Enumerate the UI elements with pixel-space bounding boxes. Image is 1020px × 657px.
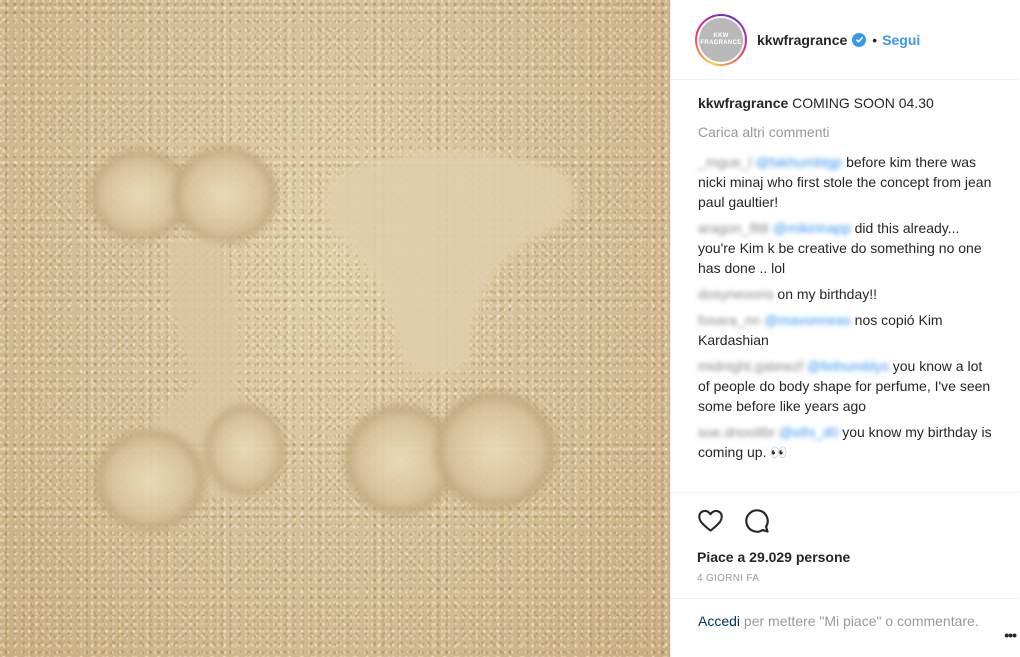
comment-item: aragon_f88 @mikirinapp did this already.…	[698, 218, 995, 278]
post-photo[interactable]	[0, 0, 670, 657]
comments-section: kkwfragrance COMING SOON 04.30 Carica al…	[671, 80, 1019, 492]
comment-mention[interactable]: @mikirinapp	[773, 220, 851, 236]
comment-username[interactable]: aragon_f88	[698, 220, 769, 236]
comment-username[interactable]: midnight.gatewzf	[698, 358, 803, 374]
post-header: KKW FRAGRANCE kkwfragrance • Segui	[671, 0, 1018, 80]
post-timestamp: 4 giorni fa	[697, 573, 760, 584]
comment-item: soe.dnooltbr @elhi_d0 you know my birthd…	[698, 422, 995, 462]
comment-mention[interactable]: @fakhumblgp	[756, 154, 843, 170]
comment-username[interactable]: _mgue_l	[698, 154, 752, 170]
comment-item: dosyneoons on my birthday!!	[698, 284, 995, 304]
caption-text: COMING SOON 04.30	[792, 95, 934, 111]
comment-username[interactable]: fosara_nn	[698, 312, 760, 328]
comment-item: fosara_nn @mavonneas nos copió Kim Karda…	[698, 310, 995, 350]
avatar[interactable]: KKW FRAGRANCE	[695, 13, 747, 66]
login-prompt: Accedi per mettere "Mi piace" o commenta…	[671, 598, 1019, 632]
login-prompt-text: per mettere "Mi piace" o commentare.	[740, 613, 979, 629]
header-username[interactable]: kkwfragrance	[757, 32, 847, 48]
comment-mention[interactable]: @elhi_d0	[779, 424, 838, 440]
login-link[interactable]: Accedi	[698, 613, 740, 629]
verified-badge-icon	[852, 32, 867, 47]
comment-item: midnight.gatewzf @fethumblys you know a …	[698, 356, 995, 416]
load-more-comments-button[interactable]: Carica altri commenti	[698, 123, 995, 141]
separator-dot: •	[872, 31, 878, 48]
comment-username[interactable]: dosyneoons	[698, 286, 774, 302]
caption-username[interactable]: kkwfragrance	[698, 95, 788, 111]
comment-item: _mgue_l @fakhumblgp before kim there was…	[698, 152, 995, 212]
sand-imprint-illustration	[90, 147, 575, 530]
more-options-button[interactable]: •••	[1004, 627, 1017, 643]
comment-username[interactable]: soe.dnooltbr	[698, 424, 775, 440]
post-sidebar: KKW FRAGRANCE kkwfragrance • Segui kkwfr…	[670, 0, 1020, 657]
heart-icon[interactable]	[697, 507, 724, 534]
like-count[interactable]: Piace a 29.029 persone	[697, 548, 1019, 566]
post-actions: Piace a 29.029 persone 4 giorni fa	[671, 492, 1019, 584]
follow-button[interactable]: Segui	[882, 32, 920, 48]
post-viewer: KKW FRAGRANCE kkwfragrance • Segui kkwfr…	[0, 0, 1020, 657]
comment-mention[interactable]: @mavonneas	[764, 312, 851, 328]
comment-mention[interactable]: @fethumblys	[807, 358, 889, 374]
speech-bubble-icon[interactable]	[743, 507, 770, 534]
comment-text: on my birthday!!	[777, 286, 878, 302]
avatar-logo: KKW FRAGRANCE	[699, 17, 743, 62]
post-caption: kkwfragrance COMING SOON 04.30	[698, 94, 995, 112]
